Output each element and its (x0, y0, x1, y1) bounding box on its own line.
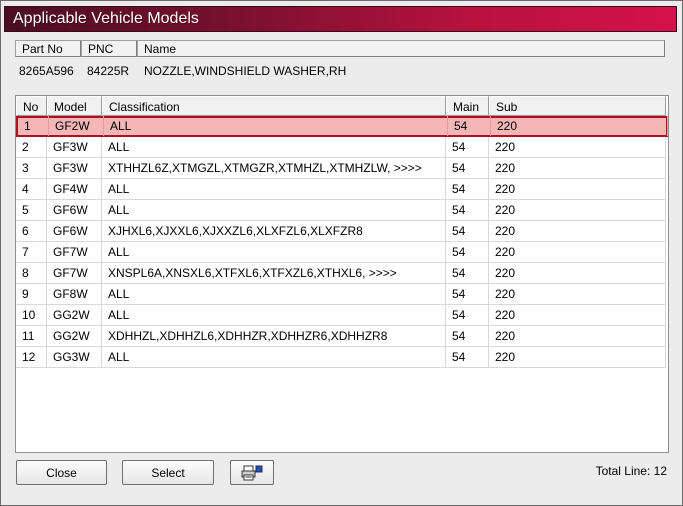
table-row[interactable]: 1 GF2W ALL 54 220 (16, 116, 668, 137)
cell-main: 54 (446, 242, 489, 262)
cell-main: 54 (446, 263, 489, 283)
cell-main: 54 (446, 305, 489, 325)
window-title: Applicable Vehicle Models (13, 10, 199, 27)
cell-classification: XNSPL6A,XNSXL6,XTFXL6,XTFXZL6,XTHXL6, >>… (102, 263, 446, 283)
cell-model: GF6W (47, 221, 102, 241)
cell-model: GF8W (47, 284, 102, 304)
table-row[interactable]: 9 GF8W ALL 54 220 (16, 284, 666, 305)
table-row[interactable]: 12 GG3W ALL 54 220 (16, 347, 666, 368)
cell-sub: 220 (491, 116, 668, 136)
cell-no: 9 (16, 284, 47, 304)
part-no-value: 8265A596 (19, 64, 74, 78)
cell-main: 54 (446, 347, 489, 367)
cell-main: 54 (446, 137, 489, 157)
pnc-value: 84225R (87, 64, 130, 78)
table-row[interactable]: 10 GG2W ALL 54 220 (16, 305, 666, 326)
cell-classification: ALL (102, 347, 446, 367)
cell-main: 54 (446, 179, 489, 199)
cell-model: GF4W (47, 179, 102, 199)
cell-classification: ALL (104, 116, 448, 136)
select-button[interactable]: Select (122, 460, 214, 485)
cell-model: GG2W (47, 326, 102, 346)
cell-no: 5 (16, 200, 47, 220)
cell-main: 54 (446, 158, 489, 178)
cell-no: 1 (18, 116, 49, 136)
grid-header: No Model Classification Main Sub (16, 96, 668, 116)
cell-model: GG2W (47, 305, 102, 325)
pnc-header: PNC (81, 40, 137, 57)
vehicle-models-grid: No Model Classification Main Sub 1 GF2W AL… (15, 95, 669, 453)
close-button[interactable]: Close (16, 460, 107, 485)
cell-classification: ALL (102, 305, 446, 325)
cell-no: 6 (16, 221, 47, 241)
cell-no: 12 (16, 347, 47, 367)
table-row[interactable]: 4 GF4W ALL 54 220 (16, 179, 666, 200)
col-header-classification[interactable]: Classification (102, 96, 446, 116)
cell-model: GF3W (47, 137, 102, 157)
col-header-main[interactable]: Main (446, 96, 489, 116)
cell-main: 54 (448, 116, 491, 136)
cell-model: GF7W (47, 242, 102, 262)
cell-no: 4 (16, 179, 47, 199)
cell-sub: 220 (489, 200, 666, 220)
cell-sub: 220 (489, 263, 666, 283)
cell-classification: ALL (102, 137, 446, 157)
cell-sub: 220 (489, 305, 666, 325)
cell-model: GG3W (47, 347, 102, 367)
cell-main: 54 (446, 326, 489, 346)
footer-bar: Close Select Total Line: 12 (1, 453, 682, 505)
cell-classification: XTHHZL6Z,XTMGZL,XTMGZR,XTMHZL,XTMHZLW, >… (102, 158, 446, 178)
part-info-panel: Part No PNC Name 8265A596 84225R NOZZLE,… (15, 40, 665, 90)
cell-classification: XJHXL6,XJXXL6,XJXXZL6,XLXFZL6,XLXFZR8 (102, 221, 446, 241)
col-header-model[interactable]: Model (47, 96, 102, 116)
cell-classification: ALL (102, 200, 446, 220)
col-header-sub[interactable]: Sub (489, 96, 666, 116)
cell-classification: XDHHZL,XDHHZL6,XDHHZR,XDHHZR6,XDHHZR8 (102, 326, 446, 346)
name-header: Name (137, 40, 665, 57)
part-info-header: Part No PNC Name (15, 40, 665, 59)
cell-no: 10 (16, 305, 47, 325)
cell-sub: 220 (489, 221, 666, 241)
cell-model: GF3W (47, 158, 102, 178)
print-button[interactable] (230, 460, 274, 485)
cell-sub: 220 (489, 347, 666, 367)
cell-classification: ALL (102, 284, 446, 304)
cell-sub: 220 (489, 284, 666, 304)
table-row[interactable]: 11 GG2W XDHHZL,XDHHZL6,XDHHZR,XDHHZR6,XDHH… (16, 326, 666, 347)
cell-sub: 220 (489, 326, 666, 346)
col-header-no[interactable]: No (16, 96, 47, 116)
cell-main: 54 (446, 221, 489, 241)
cell-classification: ALL (102, 179, 446, 199)
table-row[interactable]: 8 GF7W XNSPL6A,XNSXL6,XTFXL6,XTFXZL6,XTHXL… (16, 263, 666, 284)
cell-model: GF2W (49, 116, 104, 136)
cell-no: 7 (16, 242, 47, 262)
cell-sub: 220 (489, 179, 666, 199)
cell-no: 3 (16, 158, 47, 178)
cell-main: 54 (446, 284, 489, 304)
table-row[interactable]: 5 GF6W ALL 54 220 (16, 200, 666, 221)
cell-sub: 220 (489, 242, 666, 262)
printer-icon (241, 465, 263, 481)
cell-no: 11 (16, 326, 47, 346)
cell-no: 2 (16, 137, 47, 157)
cell-model: GF6W (47, 200, 102, 220)
cell-sub: 220 (489, 158, 666, 178)
cell-main: 54 (446, 200, 489, 220)
cell-classification: ALL (102, 242, 446, 262)
table-row[interactable]: 6 GF6W XJHXL6,XJXXL6,XJXXZL6,XLXFZL6,XLXFZ… (16, 221, 666, 242)
table-row[interactable]: 2 GF3W ALL 54 220 (16, 137, 666, 158)
cell-sub: 220 (489, 137, 666, 157)
cell-model: GF7W (47, 263, 102, 283)
cell-no: 8 (16, 263, 47, 283)
part-name-value: NOZZLE,WINDSHIELD WASHER,RH (144, 64, 347, 78)
applicable-vehicle-models-window: Applicable Vehicle Models Part No PNC Na… (0, 0, 683, 506)
table-row[interactable]: 7 GF7W ALL 54 220 (16, 242, 666, 263)
total-line-status: Total Line: 12 (595, 464, 667, 478)
part-no-header: Part No (15, 40, 81, 57)
title-bar[interactable]: Applicable Vehicle Models (4, 6, 677, 32)
table-row[interactable]: 3 GF3W XTHHZL6Z,XTMGZL,XTMGZR,XTMHZL,XTMHZ… (16, 158, 666, 179)
